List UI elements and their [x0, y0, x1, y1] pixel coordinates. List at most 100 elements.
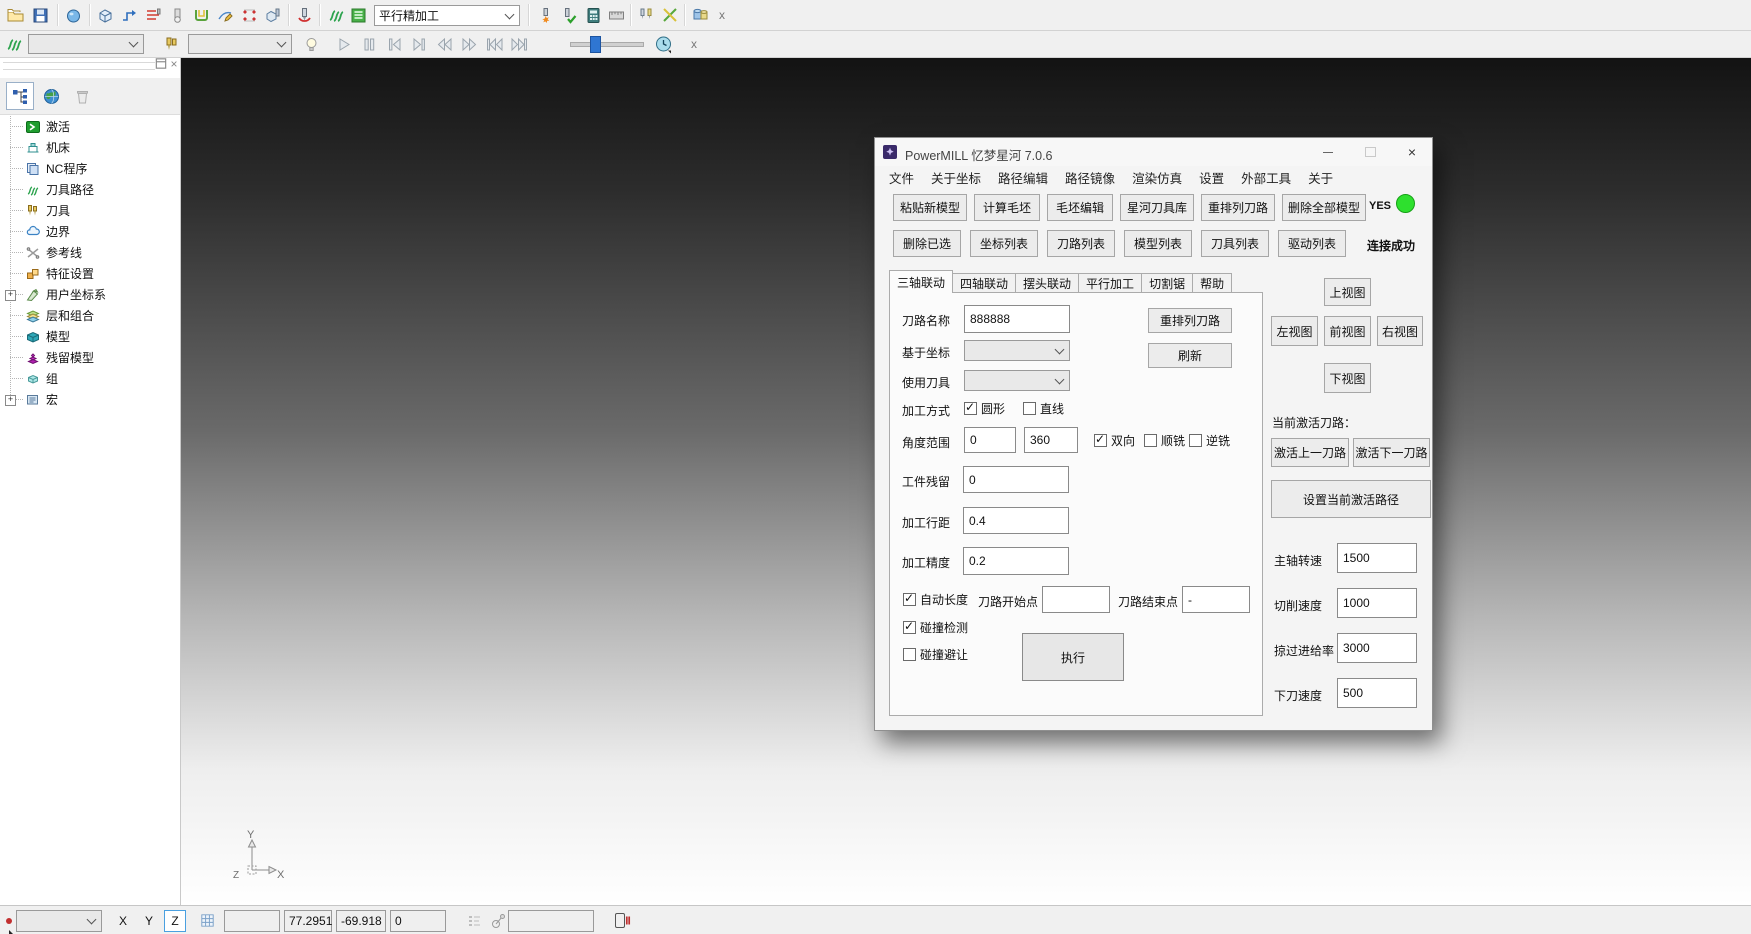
pane-toggle-icon[interactable]	[610, 909, 632, 931]
tab-tilt-head[interactable]: 摆头联动	[1015, 273, 1079, 293]
trash-icon[interactable]	[68, 82, 96, 110]
toolpath-icon[interactable]	[2, 33, 24, 55]
view-left-button[interactable]: 左视图	[1271, 316, 1318, 346]
angle-to-input[interactable]: 360	[1024, 427, 1078, 453]
model-list-button[interactable]: 模型列表	[1124, 230, 1192, 257]
pattern-icon[interactable]	[238, 4, 260, 26]
use-tool-select[interactable]	[964, 370, 1070, 391]
drive-list-button[interactable]: 驱动列表	[1278, 230, 1346, 257]
base-coord-select[interactable]	[964, 340, 1070, 361]
menu-path-edit[interactable]: 路径编辑	[998, 168, 1048, 187]
coord-y-field[interactable]: -69.918	[336, 910, 386, 932]
coord-x-field[interactable]: 77.2951	[284, 910, 332, 932]
delete-all-models-button[interactable]: 删除全部模型	[1282, 194, 1366, 221]
end-point-input[interactable]: -	[1182, 586, 1250, 613]
expand-toggle[interactable]: +	[5, 395, 16, 406]
tab-4axis[interactable]: 四轴联动	[952, 273, 1016, 293]
axis-x-button[interactable]: X	[112, 910, 134, 932]
rapid-feed-input[interactable]: 3000	[1337, 633, 1417, 663]
channel-icon[interactable]	[190, 4, 212, 26]
paste-new-model-button[interactable]: 粘贴新模型	[893, 194, 967, 221]
strategy-preset-select[interactable]: 平行精加工	[374, 5, 520, 26]
shade-icon[interactable]	[62, 4, 84, 26]
spindle-speed-input[interactable]: 1500	[1337, 543, 1417, 573]
axis-y-button[interactable]: Y	[138, 910, 160, 932]
delete-selected-button[interactable]: 删除已选	[893, 230, 961, 257]
tool-library-button[interactable]: 星河刀具库	[1120, 194, 1194, 221]
execute-button[interactable]: 执行	[1022, 633, 1124, 681]
skip-end-icon[interactable]	[508, 33, 530, 55]
grid-icon[interactable]	[196, 909, 218, 931]
menu-file[interactable]: 文件	[889, 168, 914, 187]
activate-prev-toolpath-button[interactable]: 激活上一刀路	[1271, 438, 1349, 467]
ball-tool-icon[interactable]	[166, 4, 188, 26]
tree-item-machine-tool[interactable]: 机床	[0, 137, 180, 158]
fast-forward-icon[interactable]	[458, 33, 480, 55]
tab-help[interactable]: 帮助	[1192, 273, 1232, 293]
angle-from-input[interactable]: 0	[964, 427, 1016, 453]
climb-checkbox[interactable]: 顺铣	[1144, 432, 1185, 449]
auto-length-checkbox[interactable]: 自动长度	[903, 591, 968, 608]
tree-item-stock-model[interactable]: 残留模型	[0, 347, 180, 368]
sim-tool-select[interactable]	[188, 34, 292, 54]
set-active-path-button[interactable]: 设置当前激活路径	[1271, 480, 1431, 518]
globe-icon[interactable]	[37, 82, 65, 110]
step-forward-icon[interactable]	[408, 33, 430, 55]
stock-remain-input[interactable]: 0	[963, 466, 1069, 493]
mode-circle-checkbox[interactable]: 圆形	[964, 400, 1005, 417]
sim-toolpath-select[interactable]	[28, 34, 144, 54]
cross-arrows-icon[interactable]	[659, 4, 681, 26]
toolpath-draw-icon[interactable]	[118, 4, 140, 26]
tool-check-icon[interactable]	[558, 4, 580, 26]
sim-speed-slider[interactable]	[570, 42, 644, 47]
calculator-icon[interactable]	[582, 4, 604, 26]
block-tool-icon[interactable]	[262, 4, 284, 26]
tree-item-toolpath[interactable]: 刀具路径	[0, 179, 180, 200]
rearrange-toolpaths-button[interactable]: 重排列刀路	[1201, 194, 1275, 221]
pause-icon[interactable]	[358, 33, 380, 55]
bidir-checkbox[interactable]: 双向	[1094, 432, 1135, 449]
rewind-icon[interactable]	[433, 33, 455, 55]
tree-item-feature-set[interactable]: 特征设置	[0, 263, 180, 284]
toolbar-close-icon[interactable]: x	[714, 7, 730, 23]
collision-avoid-checkbox[interactable]: 碰撞避让	[903, 646, 968, 663]
view-bottom-button[interactable]: 下视图	[1324, 363, 1371, 393]
pane-grip[interactable]	[3, 62, 155, 70]
stock-edit-button[interactable]: 毛坯编辑	[1047, 194, 1113, 221]
pattern-draw-icon[interactable]	[214, 4, 236, 26]
toolpath-icon[interactable]	[324, 4, 346, 26]
tolerance-input[interactable]: 0.2	[963, 547, 1069, 575]
refresh-button[interactable]: 刷新	[1148, 343, 1232, 368]
tab-parallel[interactable]: 平行加工	[1078, 273, 1142, 293]
tree-item-tool[interactable]: 刀具	[0, 200, 180, 221]
collision-icon[interactable]	[534, 4, 556, 26]
tree-item-activate[interactable]: 激活	[0, 116, 180, 137]
close-button[interactable]: ×	[1397, 143, 1427, 161]
clock-icon[interactable]	[652, 33, 674, 55]
sim-speed-slider-handle[interactable]	[590, 36, 601, 53]
tree-item-macro[interactable]: +宏	[0, 389, 180, 410]
menu-render-sim[interactable]: 渲染仿真	[1132, 168, 1182, 187]
rearrange-button[interactable]: 重排列刀路	[1148, 308, 1232, 333]
menu-external-tools[interactable]: 外部工具	[1241, 168, 1291, 187]
tool-pair-icon[interactable]	[635, 4, 657, 26]
tree-item-workplane[interactable]: +用户坐标系	[0, 284, 180, 305]
ruler-icon[interactable]	[605, 4, 627, 26]
view-front-button[interactable]: 前视图	[1324, 316, 1371, 346]
stepover-input[interactable]: 0.4	[963, 507, 1069, 534]
axis-z-button[interactable]: Z	[164, 910, 186, 932]
pane-close-icon[interactable]: ×	[166, 56, 182, 72]
tab-3axis[interactable]: 三轴联动	[889, 270, 953, 293]
toolpath-list-button[interactable]: 刀路列表	[1047, 230, 1115, 257]
coord-z-field[interactable]: 0	[390, 910, 446, 932]
bulb-icon[interactable]	[300, 33, 322, 55]
cylinders-icon[interactable]	[689, 4, 711, 26]
block-icon[interactable]	[94, 4, 116, 26]
tree-item-boundary[interactable]: 边界	[0, 221, 180, 242]
coord-list-button[interactable]: 坐标列表	[970, 230, 1038, 257]
conventional-checkbox[interactable]: 逆铣	[1189, 432, 1230, 449]
dialog-titlebar[interactable]: PowerMILL 忆梦星河 7.0.6 ×	[875, 138, 1432, 166]
tree-item-levels-sets[interactable]: 层和组合	[0, 305, 180, 326]
view-right-button[interactable]: 右视图	[1377, 316, 1423, 346]
menu-about[interactable]: 关于	[1308, 168, 1333, 187]
